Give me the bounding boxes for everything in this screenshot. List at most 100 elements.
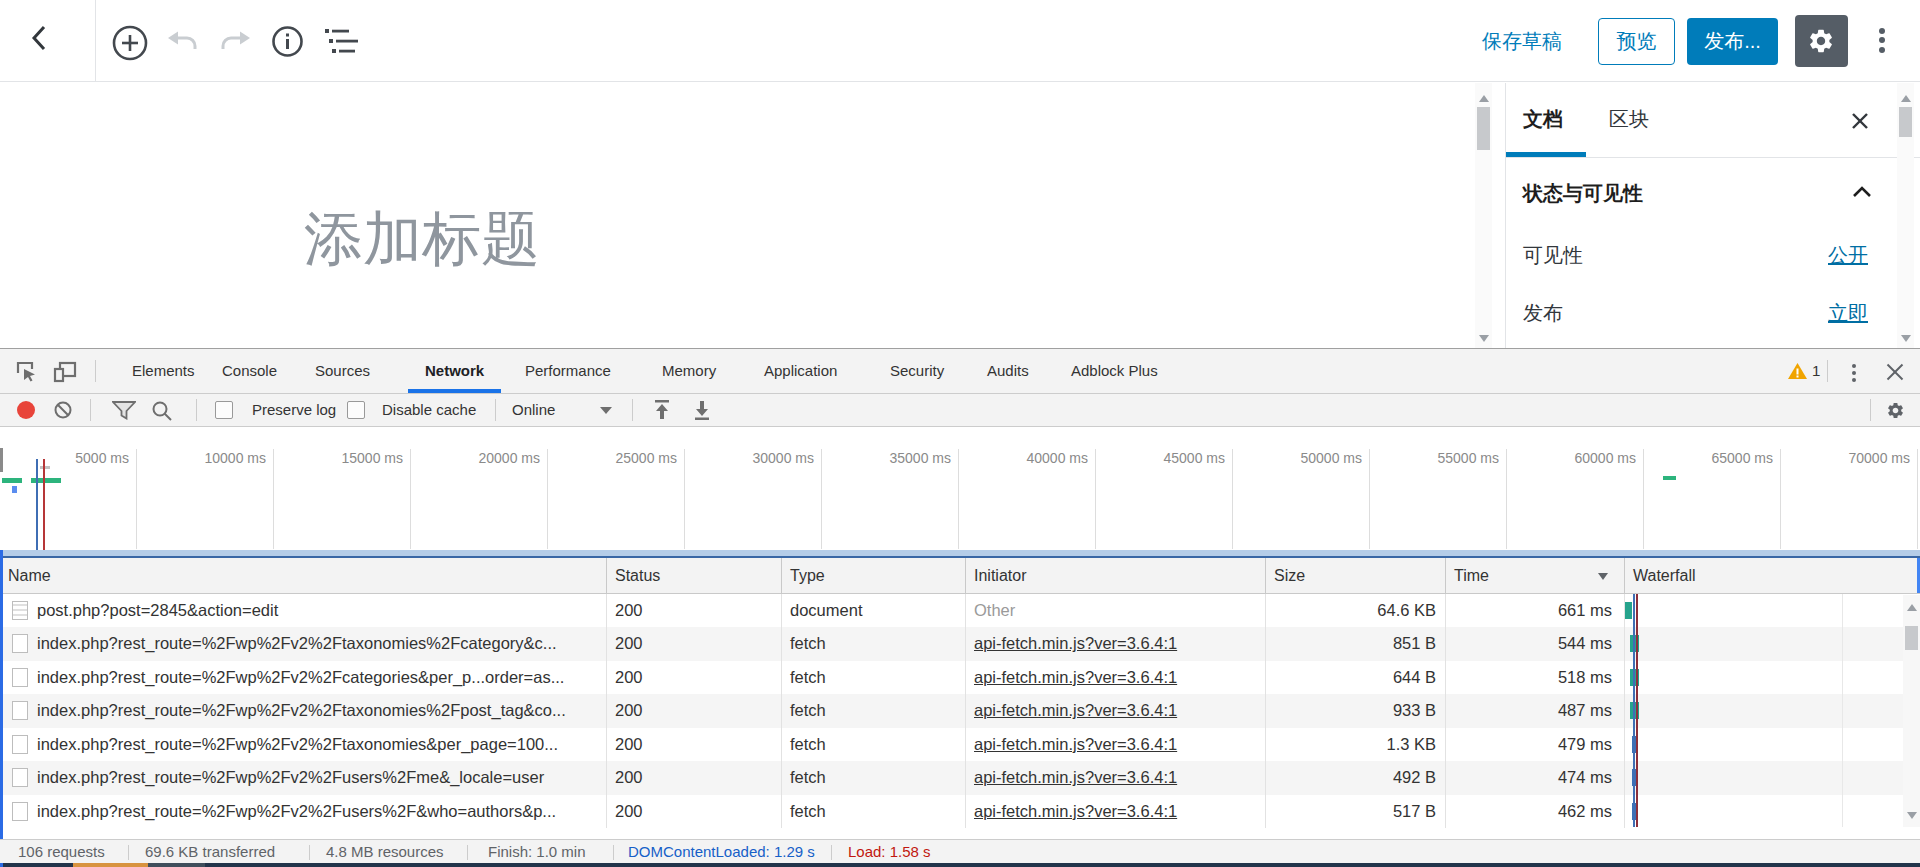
preserve-log-checkbox[interactable]: [215, 401, 233, 419]
request-row[interactable]: index.php?rest_route=%2Fwp%2Fv2%2Ftaxono…: [0, 728, 1920, 761]
initiator-link[interactable]: api-fetch.min.js?ver=3.6.4:1: [974, 634, 1177, 652]
cell-waterfall: [1625, 694, 1920, 727]
request-row[interactable]: index.php?rest_route=%2Fwp%2Fv2%2Fusers%…: [0, 795, 1920, 828]
save-draft-button[interactable]: 保存草稿: [1482, 18, 1562, 65]
sidebar-scrollbar[interactable]: [1897, 83, 1914, 348]
scroll-down-icon[interactable]: [1907, 812, 1917, 819]
request-name: index.php?rest_route=%2Fwp%2Fv2%2Fusers%…: [37, 802, 556, 820]
back-icon[interactable]: [30, 25, 48, 51]
devtools-tab-memory[interactable]: Memory: [645, 349, 733, 393]
post-title-placeholder[interactable]: 添加标题: [304, 200, 540, 280]
status-dom-content-loaded: DOMContentLoaded: 1.29 s: [628, 840, 815, 864]
disable-cache-checkbox[interactable]: [347, 401, 365, 419]
disable-cache-label[interactable]: Disable cache: [382, 394, 476, 426]
chevron-up-icon[interactable]: [1852, 185, 1872, 198]
devtools-tab-elements[interactable]: Elements: [115, 349, 212, 393]
info-icon[interactable]: [272, 26, 303, 57]
device-toolbar-icon[interactable]: [53, 360, 78, 383]
column-header-waterfall[interactable]: Waterfall: [1625, 558, 1920, 593]
file-icon: [12, 802, 28, 821]
column-header-size[interactable]: Size: [1266, 558, 1446, 593]
devtools-tab-security[interactable]: Security: [873, 349, 961, 393]
redo-icon[interactable]: [220, 30, 251, 57]
initiator-link[interactable]: api-fetch.min.js?ver=3.6.4:1: [974, 735, 1177, 753]
column-header-name[interactable]: Name: [0, 558, 607, 593]
throttling-select[interactable]: Online: [512, 394, 555, 426]
warning-icon[interactable]: [1788, 363, 1807, 380]
devtools-tab-sources[interactable]: Sources: [298, 349, 387, 393]
separator: [309, 845, 310, 860]
tab-block[interactable]: 区块: [1609, 83, 1649, 155]
search-icon[interactable]: [152, 401, 172, 421]
devtools-tab-audits[interactable]: Audits: [970, 349, 1046, 393]
add-block-button[interactable]: [112, 25, 148, 61]
preview-button[interactable]: 预览: [1598, 18, 1675, 65]
overview-left-tick: [0, 448, 3, 472]
export-har-icon[interactable]: [692, 399, 712, 421]
scroll-up-icon[interactable]: [1907, 604, 1917, 611]
devtools-tab-network[interactable]: Network: [408, 349, 501, 393]
separator: [1870, 399, 1871, 421]
scroll-thumb[interactable]: [1899, 107, 1912, 137]
column-header-status[interactable]: Status: [607, 558, 782, 593]
request-row[interactable]: index.php?rest_route=%2Fwp%2Fv2%2Fcatego…: [0, 661, 1920, 694]
devtools-tab-performance[interactable]: Performance: [508, 349, 628, 393]
cell-size: 492 B: [1266, 761, 1446, 794]
filter-icon[interactable]: [112, 401, 136, 420]
import-har-icon[interactable]: [652, 399, 672, 421]
visibility-label: 可见性: [1523, 242, 1583, 269]
scroll-thumb[interactable]: [1477, 107, 1490, 150]
cell-status: 200: [607, 795, 782, 828]
request-name: index.php?rest_route=%2Fwp%2Fv2%2Ftaxono…: [37, 735, 558, 753]
initiator-link[interactable]: api-fetch.min.js?ver=3.6.4:1: [974, 802, 1177, 820]
network-overview[interactable]: 5000 ms10000 ms15000 ms20000 ms25000 ms3…: [0, 427, 1920, 558]
undo-icon[interactable]: [167, 30, 198, 57]
settings-gear-button[interactable]: [1795, 15, 1848, 67]
devtools-menu-icon[interactable]: [1847, 361, 1861, 385]
editor-scrollbar[interactable]: [1475, 83, 1492, 348]
column-header-time[interactable]: Time: [1446, 558, 1625, 593]
scroll-up-icon[interactable]: [1479, 95, 1489, 102]
devtools-tab-adblock-plus[interactable]: Adblock Plus: [1054, 349, 1175, 393]
cell-waterfall: [1625, 761, 1920, 794]
initiator-link[interactable]: api-fetch.min.js?ver=3.6.4:1: [974, 668, 1177, 686]
publish-value-link[interactable]: 立即: [1828, 300, 1868, 327]
toolbar-divider: [95, 0, 96, 81]
column-header-type[interactable]: Type: [782, 558, 966, 593]
request-row[interactable]: index.php?rest_route=%2Fwp%2Fv2%2Ftaxono…: [0, 627, 1920, 660]
cell-initiator: api-fetch.min.js?ver=3.6.4:1: [966, 661, 1266, 694]
file-icon: [12, 735, 28, 754]
column-header-initiator[interactable]: Initiator: [966, 558, 1266, 593]
cell-time: 661 ms: [1446, 594, 1625, 627]
cell-initiator: api-fetch.min.js?ver=3.6.4:1: [966, 627, 1266, 660]
panel-status-visibility[interactable]: 状态与可见性: [1523, 180, 1643, 207]
request-row[interactable]: index.php?rest_route=%2Fwp%2Fv2%2Ftaxono…: [0, 694, 1920, 727]
close-devtools-icon[interactable]: [1885, 362, 1905, 382]
scroll-down-icon[interactable]: [1479, 335, 1489, 342]
initiator-link[interactable]: api-fetch.min.js?ver=3.6.4:1: [974, 701, 1177, 719]
inspect-element-icon[interactable]: [15, 360, 37, 382]
dropdown-arrow-icon[interactable]: [600, 407, 612, 414]
scroll-thumb[interactable]: [1905, 626, 1918, 650]
cell-type: fetch: [782, 661, 966, 694]
record-button[interactable]: [17, 401, 35, 419]
structure-icon[interactable]: [325, 29, 359, 54]
request-row[interactable]: index.php?rest_route=%2Fwp%2Fv2%2Fusers%…: [0, 761, 1920, 794]
scroll-up-icon[interactable]: [1901, 95, 1911, 102]
grid-focus-edge: [0, 550, 3, 864]
request-row[interactable]: post.php?post=2845&action=edit200documen…: [0, 594, 1920, 627]
preserve-log-label[interactable]: Preserve log: [252, 394, 336, 426]
visibility-value-link[interactable]: 公开: [1828, 242, 1868, 269]
requests-scrollbar[interactable]: [1903, 595, 1920, 827]
network-settings-gear-icon[interactable]: [1886, 401, 1905, 420]
close-sidebar-icon[interactable]: [1851, 112, 1869, 130]
publish-button[interactable]: 发布...: [1687, 18, 1778, 65]
devtools-tab-application[interactable]: Application: [747, 349, 854, 393]
tab-document[interactable]: 文档: [1523, 83, 1563, 155]
initiator-link[interactable]: api-fetch.min.js?ver=3.6.4:1: [974, 768, 1177, 786]
clear-icon[interactable]: [54, 401, 72, 419]
screen: 保存草稿 预览 发布... 添加标题 文档 区块 状态与可见性: [0, 0, 1920, 867]
more-options-icon[interactable]: [1871, 24, 1893, 62]
devtools-tab-console[interactable]: Console: [205, 349, 294, 393]
scroll-down-icon[interactable]: [1901, 335, 1911, 342]
